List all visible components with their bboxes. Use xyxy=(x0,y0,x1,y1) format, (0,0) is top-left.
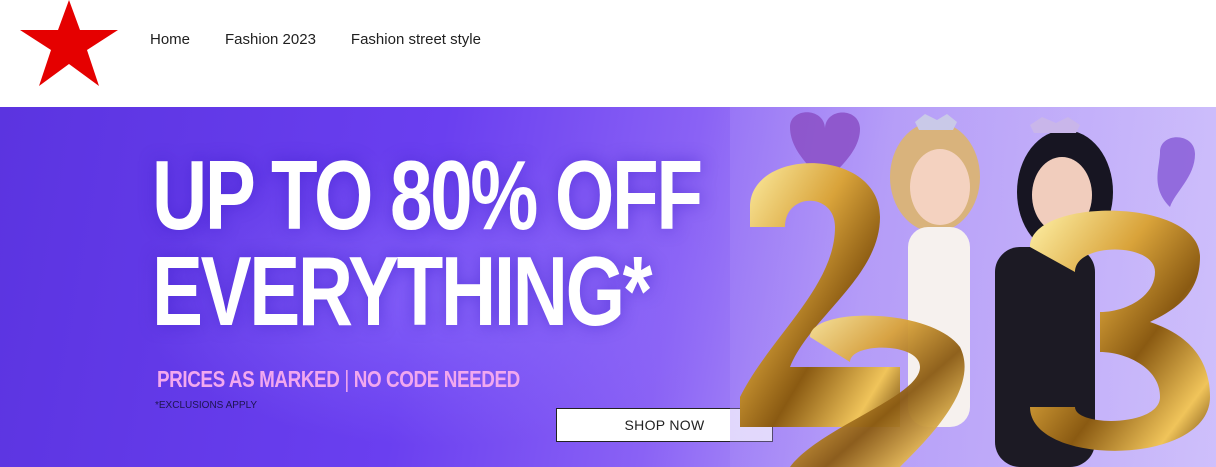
party-girls-balloons-photo-icon xyxy=(730,107,1216,467)
nav-fashion-2023[interactable]: Fashion 2023 xyxy=(225,31,316,48)
promo-banner[interactable]: UP TO 80% OFF EVERYTHING* PRICES AS MARK… xyxy=(0,107,1216,467)
headline-line-2: EVERYTHING* xyxy=(152,236,652,346)
headline-line-1: UP TO 80% OFF xyxy=(152,140,703,250)
exclusions-note: *EXCLUSIONS APPLY xyxy=(155,400,258,411)
banner-headline: UP TO 80% OFF EVERYTHING* xyxy=(152,140,703,346)
main-nav: Home Fashion 2023 Fashion street style xyxy=(150,31,516,48)
banner-subheadline: PRICES AS MARKED | NO CODE NEEDED xyxy=(157,366,520,393)
red-star-logo-icon[interactable] xyxy=(18,0,120,86)
sub-right: NO CODE NEEDED xyxy=(353,366,521,392)
sub-left: PRICES AS MARKED xyxy=(157,366,340,392)
site-header: Home Fashion 2023 Fashion street style xyxy=(0,0,1216,107)
sub-separator: | xyxy=(344,366,349,392)
nav-home[interactable]: Home xyxy=(150,31,190,48)
nav-fashion-street-style[interactable]: Fashion street style xyxy=(351,31,481,48)
